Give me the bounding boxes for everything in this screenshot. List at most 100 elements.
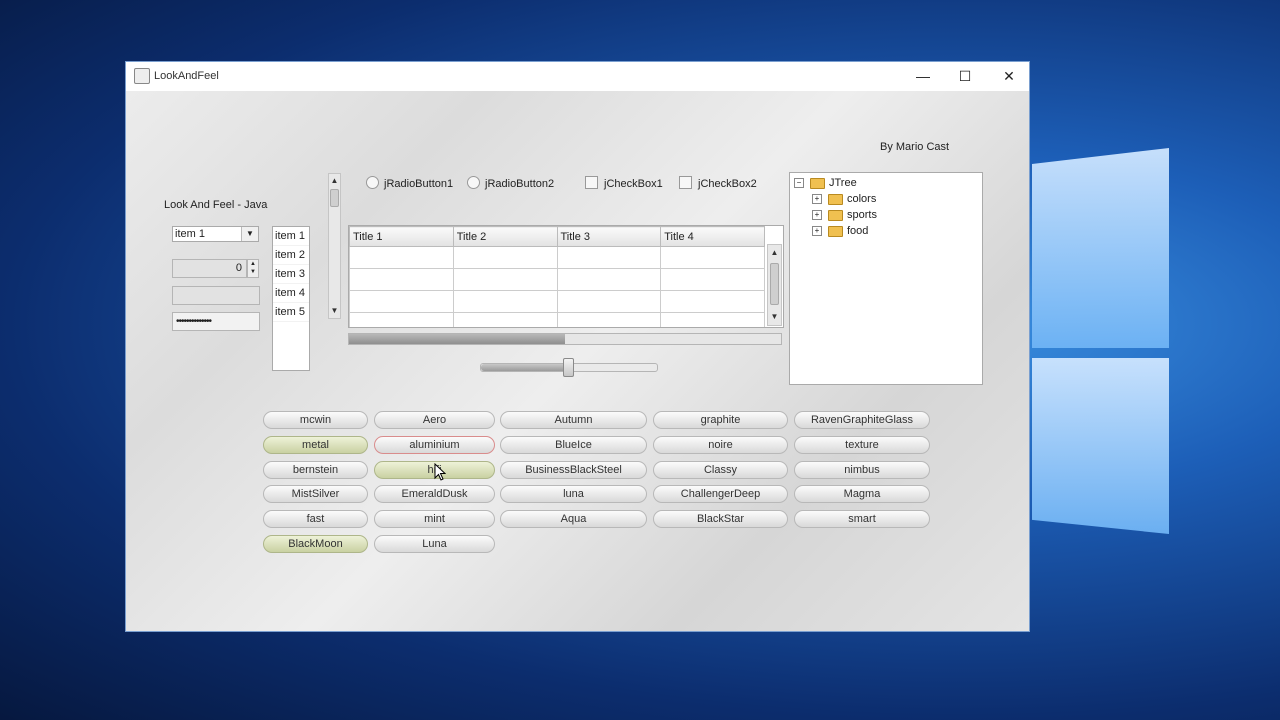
table-cell[interactable] <box>660 268 765 291</box>
radio-button-1[interactable] <box>366 176 379 189</box>
table-row[interactable] <box>349 246 765 269</box>
theme-button-bernstein[interactable]: bernstein <box>263 461 368 479</box>
table-cell[interactable] <box>452 246 558 269</box>
collapse-icon[interactable]: − <box>794 178 804 189</box>
list-item[interactable]: item 3 <box>273 265 309 284</box>
tree-node-sports[interactable]: + sports <box>812 207 877 223</box>
table-header-title-1[interactable]: Title 1 <box>349 226 454 247</box>
list-item[interactable]: item 2 <box>273 246 309 265</box>
radio-label-1: jRadioButton1 <box>384 178 454 190</box>
theme-button-aluminium[interactable]: aluminium <box>374 436 495 454</box>
table-cell[interactable] <box>556 312 662 327</box>
table-cell[interactable] <box>349 312 454 327</box>
tree-node-label: colors <box>847 193 877 205</box>
expand-icon[interactable]: + <box>812 194 822 205</box>
table-cell[interactable] <box>660 312 765 327</box>
theme-button-classy[interactable]: Classy <box>653 461 788 479</box>
table-cell[interactable] <box>556 290 662 313</box>
theme-button-mcwin[interactable]: mcwin <box>263 411 368 429</box>
slider-thumb[interactable] <box>563 358 574 377</box>
password-field[interactable]: •••••••••••••• <box>172 312 260 331</box>
theme-button-aero[interactable]: Aero <box>374 411 495 429</box>
theme-button-ravengraphiteglass[interactable]: RavenGraphiteGlass <box>794 411 930 429</box>
list-item[interactable]: item 4 <box>273 284 309 303</box>
tree-view[interactable]: − JTree + colors + sports + food <box>789 172 983 385</box>
theme-button-smart[interactable]: smart <box>794 510 930 528</box>
theme-button-mistsilver[interactable]: MistSilver <box>263 485 368 503</box>
progress-bar <box>348 333 782 345</box>
theme-button-luna-cap[interactable]: Luna <box>374 535 495 553</box>
chevron-down-icon[interactable]: ▼ <box>241 227 258 241</box>
folder-icon <box>828 225 843 237</box>
theme-button-magma[interactable]: Magma <box>794 485 930 503</box>
table-row[interactable] <box>349 268 765 291</box>
expand-icon[interactable]: + <box>812 210 822 221</box>
tree-node-colors[interactable]: + colors <box>812 191 876 207</box>
theme-button-fast[interactable]: fast <box>263 510 368 528</box>
theme-button-emeralddusk[interactable]: EmeraldDusk <box>374 485 495 503</box>
table-header-title-2[interactable]: Title 2 <box>452 226 558 247</box>
theme-button-mint[interactable]: mint <box>374 510 495 528</box>
table-header-title-4[interactable]: Title 4 <box>660 226 765 247</box>
window-title: LookAndFeel <box>154 70 219 82</box>
theme-button-texture[interactable]: texture <box>794 436 930 454</box>
theme-button-blueice[interactable]: BlueIce <box>500 436 647 454</box>
maximize-button[interactable]: ☐ <box>943 62 987 91</box>
table-vertical-scrollbar[interactable]: ▲ ▼ <box>767 244 782 326</box>
tree-node-root[interactable]: − JTree <box>794 175 857 191</box>
theme-button-aqua[interactable]: Aqua <box>500 510 647 528</box>
theme-button-metal[interactable]: metal <box>263 436 368 454</box>
table-cell[interactable] <box>349 246 454 269</box>
list-item[interactable]: item 5 <box>273 303 309 322</box>
theme-button-noire[interactable]: noire <box>653 436 788 454</box>
theme-button-graphite[interactable]: graphite <box>653 411 788 429</box>
radio-label-2: jRadioButton2 <box>485 178 555 190</box>
text-field[interactable] <box>172 286 260 305</box>
scroll-up-icon[interactable]: ▲ <box>329 175 340 187</box>
table-cell[interactable] <box>556 268 662 291</box>
number-spinner[interactable]: 0 <box>172 259 247 278</box>
item-combo-box[interactable]: item 1 ▼ <box>172 226 259 242</box>
table-cell[interactable] <box>452 290 558 313</box>
theme-button-blackstar[interactable]: BlackStar <box>653 510 788 528</box>
table-row[interactable] <box>349 290 765 313</box>
scroll-down-icon[interactable]: ▼ <box>329 305 340 317</box>
theme-button-blackmoon[interactable]: BlackMoon <box>263 535 368 553</box>
folder-open-icon <box>810 177 825 189</box>
theme-button-challengerdeep[interactable]: ChallengerDeep <box>653 485 788 503</box>
radio-button-2[interactable] <box>467 176 480 189</box>
checkbox-1[interactable] <box>585 176 598 189</box>
table-row[interactable] <box>349 312 765 327</box>
tree-node-food[interactable]: + food <box>812 223 868 239</box>
table-cell[interactable] <box>349 290 454 313</box>
title-bar[interactable]: LookAndFeel — ☐ ✕ <box>126 62 1029 91</box>
vertical-scrollbar[interactable]: ▲ ▼ <box>328 173 341 319</box>
table-header-title-3[interactable]: Title 3 <box>556 226 662 247</box>
scroll-thumb[interactable] <box>330 189 339 207</box>
app-window: LookAndFeel — ☐ ✕ By Mario Cast Look And… <box>125 61 1030 632</box>
table-cell[interactable] <box>660 246 765 269</box>
close-button[interactable]: ✕ <box>987 62 1029 91</box>
theme-button-nimbus[interactable]: nimbus <box>794 461 930 479</box>
list-item[interactable]: item 1 <box>273 227 309 246</box>
data-table[interactable]: Title 1 Title 2 Title 3 Title 4 ▲ ▼ <box>348 225 784 328</box>
theme-button-luna[interactable]: luna <box>500 485 647 503</box>
table-cell[interactable] <box>349 268 454 291</box>
heading-label: Look And Feel - Java <box>164 199 268 211</box>
theme-button-businessblacksteel[interactable]: BusinessBlackSteel <box>500 461 647 479</box>
spinner-arrows[interactable]: ▲ ▼ <box>247 259 259 278</box>
scroll-down-icon[interactable]: ▼ <box>768 311 781 323</box>
item-list[interactable]: item 1 item 2 item 3 item 4 item 5 <box>272 226 310 371</box>
slider-fill <box>481 364 569 371</box>
scroll-up-icon[interactable]: ▲ <box>768 247 781 259</box>
author-label: By Mario Cast <box>880 141 950 153</box>
checkbox-2[interactable] <box>679 176 692 189</box>
theme-button-autumn[interactable]: Autumn <box>500 411 647 429</box>
table-scroll-thumb[interactable] <box>770 263 779 305</box>
table-cell[interactable] <box>556 246 662 269</box>
table-cell[interactable] <box>660 290 765 313</box>
table-cell[interactable] <box>452 268 558 291</box>
expand-icon[interactable]: + <box>812 226 822 237</box>
table-cell[interactable] <box>452 312 558 327</box>
minimize-button[interactable]: — <box>901 62 945 91</box>
